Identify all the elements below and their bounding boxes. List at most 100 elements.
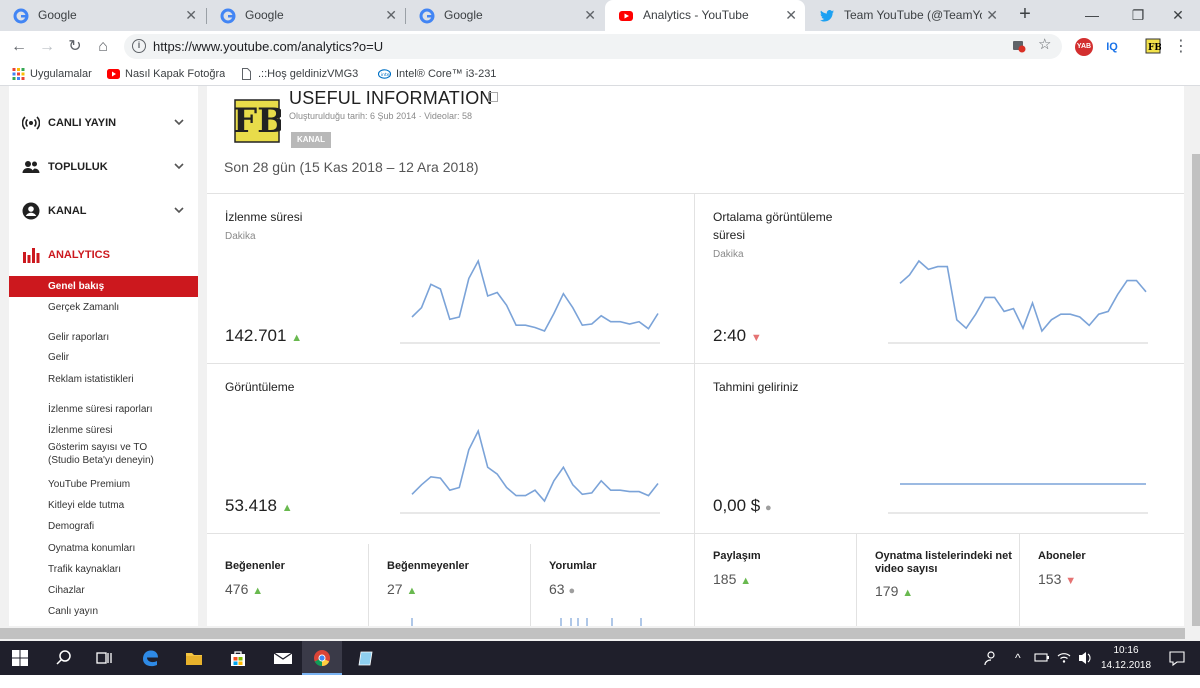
sidebar-item-youtube-premium[interactable]: YouTube Premium (9, 474, 198, 495)
sidebar-item-realtime[interactable]: Gerçek Zamanlı (9, 297, 198, 318)
volume-icon[interactable] (1077, 641, 1093, 675)
sidebar-item-revenue[interactable]: Gelir (9, 347, 198, 368)
horizontal-scrollbar[interactable] (0, 626, 1200, 641)
metric-card-views[interactable]: Görüntüleme 53.418 ▲ (207, 363, 694, 533)
home-icon[interactable]: ⌂ (92, 31, 114, 62)
sparkline-series (411, 258, 659, 332)
file-explorer-icon[interactable] (174, 641, 214, 675)
metric-value: 2:40 ▼ (713, 326, 762, 345)
search-icon[interactable] (44, 641, 84, 675)
sidebar-item-audience-retention[interactable]: Kitleyi elde tutma (9, 495, 198, 516)
sidebar-item-watch-time-reports[interactable]: İzlenme süresi raporları (9, 399, 198, 420)
sidebar-section-live[interactable]: CANLI YAYIN (9, 101, 198, 145)
browser-tab[interactable]: Google ✕ (0, 0, 205, 31)
menu-dots-icon[interactable]: ⋮ (1170, 31, 1192, 62)
mini-metric-shares[interactable]: Paylaşım 185 ▲ (695, 534, 856, 626)
trend-flat-icon: ● (765, 502, 772, 514)
address-bar[interactable]: i https://www.youtube.com/analytics?o=U … (124, 34, 1062, 59)
reload-icon[interactable]: ↻ (64, 31, 86, 62)
trend-up-icon: ▲ (252, 585, 264, 597)
notification-center-icon[interactable] (1168, 641, 1186, 675)
windows-start-icon[interactable] (0, 641, 40, 675)
edge-browser-icon[interactable] (130, 641, 170, 675)
profile-avatar-icon[interactable]: FB (1145, 38, 1161, 54)
browser-toolbar: ← → ↻ ⌂ i https://www.youtube.com/analyt… (0, 31, 1200, 62)
mini-metric-likes[interactable]: Beğenenler 476 ▲ (207, 544, 368, 626)
sidebar-item-playback-locations[interactable]: Oynatma konumları (9, 538, 198, 559)
show-hidden-icons-chevron[interactable]: ^ (1015, 641, 1021, 675)
people-icon[interactable] (982, 641, 998, 675)
close-tab-icon[interactable]: ✕ (584, 0, 596, 31)
sidebar-item-ad-rates[interactable]: Reklam istatistikleri (9, 369, 198, 390)
page-viewport: CANLI YAYIN TOPLULUK KANAL ANALYTICS Gen… (0, 86, 1200, 626)
new-tab-button[interactable]: + (1014, 0, 1036, 31)
channel-name[interactable]: USEFUL INFORMATION (289, 88, 493, 109)
close-tab-icon[interactable]: ✕ (185, 0, 197, 31)
wifi-icon[interactable] (1056, 641, 1072, 675)
google-g-icon (13, 8, 29, 24)
sidebar-item-demographics[interactable]: Demografi (9, 516, 198, 537)
apps-grid-icon (12, 68, 25, 80)
minimize-icon[interactable]: — (1070, 0, 1114, 31)
url-text[interactable]: https://www.youtube.com/analytics?o=U (153, 34, 383, 59)
vertical-scrollbar[interactable] (1191, 86, 1200, 626)
metric-card-watch-time[interactable]: İzlenme süresi Dakika 142.701 ▲ (207, 193, 694, 363)
bookmark-item[interactable]: intel Intel® Core™ i3-231 (376, 62, 498, 86)
google-g-icon (220, 8, 236, 24)
trend-up-icon: ▲ (740, 575, 752, 587)
browser-tab[interactable]: Google ✕ (207, 0, 405, 31)
sidebar-item-overview[interactable]: Genel bakış (9, 276, 198, 297)
restore-icon[interactable]: ❐ (1116, 0, 1160, 31)
battery-icon[interactable] (1034, 641, 1050, 675)
sidebar-item-watch-time[interactable]: İzlenme süresi (9, 420, 198, 441)
youtube-icon (619, 11, 633, 21)
metric-card-avg-view-duration[interactable]: Ortalama görüntüleme süresi Dakika 2:40 … (695, 193, 1184, 363)
mini-metric-subscribers[interactable]: Aboneler 153 ▼ (1020, 534, 1184, 626)
sidebar-item-traffic-sources[interactable]: Trafik kaynakları (9, 559, 198, 580)
task-view-icon[interactable] (84, 641, 124, 675)
browser-tab-active[interactable]: Analytics - YouTube ✕ (605, 0, 805, 31)
metric-card-estimated-revenue[interactable]: Tahmini geliriniz 0,00 $ ● (695, 363, 1184, 533)
extension-yab-icon[interactable]: YAB (1075, 38, 1093, 56)
google-g-icon (419, 8, 435, 24)
bookmark-item[interactable]: .::Hoş geldinizVMG33 (238, 62, 358, 86)
system-clock[interactable]: 10:16 14.12.2018 (1098, 643, 1154, 673)
forward-arrow-icon[interactable]: → (36, 31, 58, 62)
browser-tab[interactable]: Team YouTube (@TeamYouTube ✕ (806, 0, 1006, 31)
external-link-icon[interactable] (488, 92, 498, 102)
trend-up-icon: ▲ (291, 332, 303, 344)
notepad-app-icon[interactable] (346, 641, 386, 675)
channel-logo[interactable]: FB (229, 94, 281, 144)
sidebar-section-channel[interactable]: KANAL (9, 189, 198, 233)
extension-iq-icon[interactable]: IQ (1102, 38, 1122, 56)
sidebar-section-community[interactable]: TOPLULUK (9, 145, 198, 189)
browser-tab[interactable]: Google ✕ (406, 0, 604, 31)
mini-metric-dislikes[interactable]: Beğenmeyenler 27 ▲ (369, 544, 530, 626)
mail-icon[interactable] (262, 641, 302, 675)
chrome-icon[interactable] (302, 641, 342, 675)
date-range-label[interactable]: Son 28 gün (15 Kas 2018 – 12 Ara 2018) (224, 159, 479, 175)
sidebar-item-devices[interactable]: Cihazlar (9, 580, 198, 601)
bookmarks-bar: Uygulamalar Nasıl Kapak Fotoğraf .::Hoş … (0, 62, 1200, 86)
close-tab-icon[interactable]: ✕ (986, 0, 998, 31)
site-info-icon[interactable]: i (132, 39, 146, 53)
metric-value: 0,00 $ ● (713, 496, 772, 515)
sidebar-item-revenue-reports[interactable]: Gelir raporları (9, 327, 198, 348)
sidebar-item-live-streaming[interactable]: Canlı yayın (9, 601, 198, 622)
bookmark-item[interactable]: Uygulamalar (10, 62, 92, 86)
close-window-icon[interactable]: ✕ (1156, 0, 1200, 31)
close-tab-icon[interactable]: ✕ (785, 0, 797, 31)
sidebar-section-analytics[interactable]: ANALYTICS (9, 233, 198, 277)
store-icon[interactable] (218, 641, 258, 675)
channel-icon (22, 202, 40, 220)
blocked-content-icon[interactable] (1012, 39, 1026, 53)
back-arrow-icon[interactable]: ← (8, 31, 30, 62)
sidebar-item-impressions[interactable]: Gösterim sayısı ve TO (Studio Beta'yı de… (9, 439, 198, 469)
bookmark-star-icon[interactable]: ☆ (1038, 35, 1051, 53)
bookmark-item[interactable]: Nasıl Kapak Fotoğraf (105, 62, 225, 86)
trend-flat-icon: ● (568, 585, 576, 597)
mini-metric-playlist-net[interactable]: Oynatma listelerindeki net video sayısı … (857, 534, 1019, 626)
chevron-down-icon (174, 119, 184, 126)
mini-metric-comments[interactable]: Yorumlar 63 ● (531, 544, 694, 626)
close-tab-icon[interactable]: ✕ (385, 0, 397, 31)
